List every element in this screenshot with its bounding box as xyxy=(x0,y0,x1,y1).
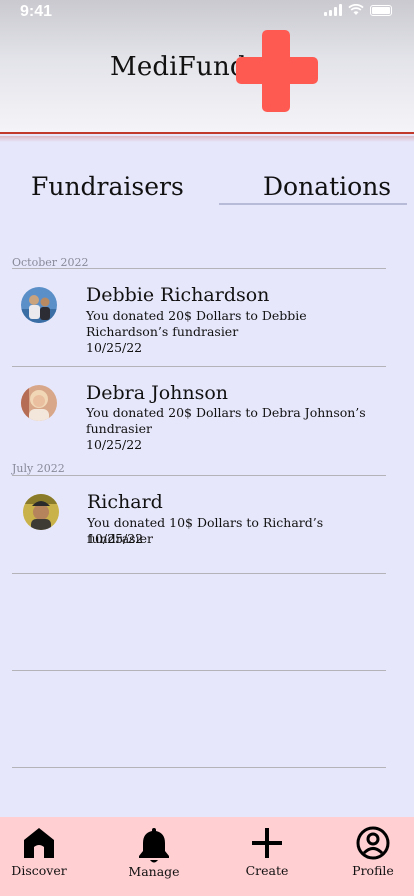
profile-icon xyxy=(356,826,390,860)
battery-icon xyxy=(370,4,392,16)
nav-label: Manage xyxy=(128,864,180,879)
donation-message: You donated 20$ Dollars to Debra Johnson… xyxy=(86,405,366,436)
nav-label: Create xyxy=(245,863,289,878)
tab-donations[interactable]: Donations xyxy=(263,172,391,201)
home-icon xyxy=(24,828,54,858)
donation-recipient-name[interactable]: Richard xyxy=(87,491,163,513)
section-divider xyxy=(12,475,386,476)
nav-label: Profile xyxy=(352,863,394,878)
row-divider xyxy=(12,573,386,574)
section-divider xyxy=(12,268,386,269)
nav-discover[interactable]: Discover xyxy=(11,826,67,878)
tab-fundraisers[interactable]: Fundraisers xyxy=(31,172,184,201)
status-time: 9:41 xyxy=(20,3,53,20)
signal-icon xyxy=(324,4,342,16)
red-cross-icon xyxy=(236,30,318,112)
plus-icon xyxy=(252,828,282,858)
avatar xyxy=(21,385,57,421)
wifi-icon xyxy=(348,4,364,15)
row-divider xyxy=(12,366,386,367)
row-divider xyxy=(12,670,386,671)
donation-date: 10/25/22 xyxy=(86,437,143,452)
donation-message: You donated 20$ Dollars to Debbie Richar… xyxy=(86,308,307,339)
status-icons xyxy=(324,4,392,16)
nav-manage[interactable]: Manage xyxy=(128,826,180,879)
header-shadow xyxy=(0,136,414,142)
section-label-july: July 2022 xyxy=(12,462,65,475)
nav-create[interactable]: Create xyxy=(246,826,288,878)
bell-icon xyxy=(139,828,169,863)
donation-recipient-name[interactable]: Debra Johnson xyxy=(86,382,228,404)
donation-date: 10/25/22 xyxy=(86,340,143,355)
nav-profile[interactable]: Profile xyxy=(352,826,394,878)
donation-date: 10/25/22 xyxy=(87,531,144,546)
donation-recipient-name[interactable]: Debbie Richardson xyxy=(86,284,269,306)
app-title: MediFund xyxy=(110,52,247,82)
avatar xyxy=(21,287,57,323)
nav-label: Discover xyxy=(11,863,67,878)
row-divider xyxy=(12,767,386,768)
avatar xyxy=(23,494,59,530)
active-tab-underline xyxy=(219,203,407,205)
